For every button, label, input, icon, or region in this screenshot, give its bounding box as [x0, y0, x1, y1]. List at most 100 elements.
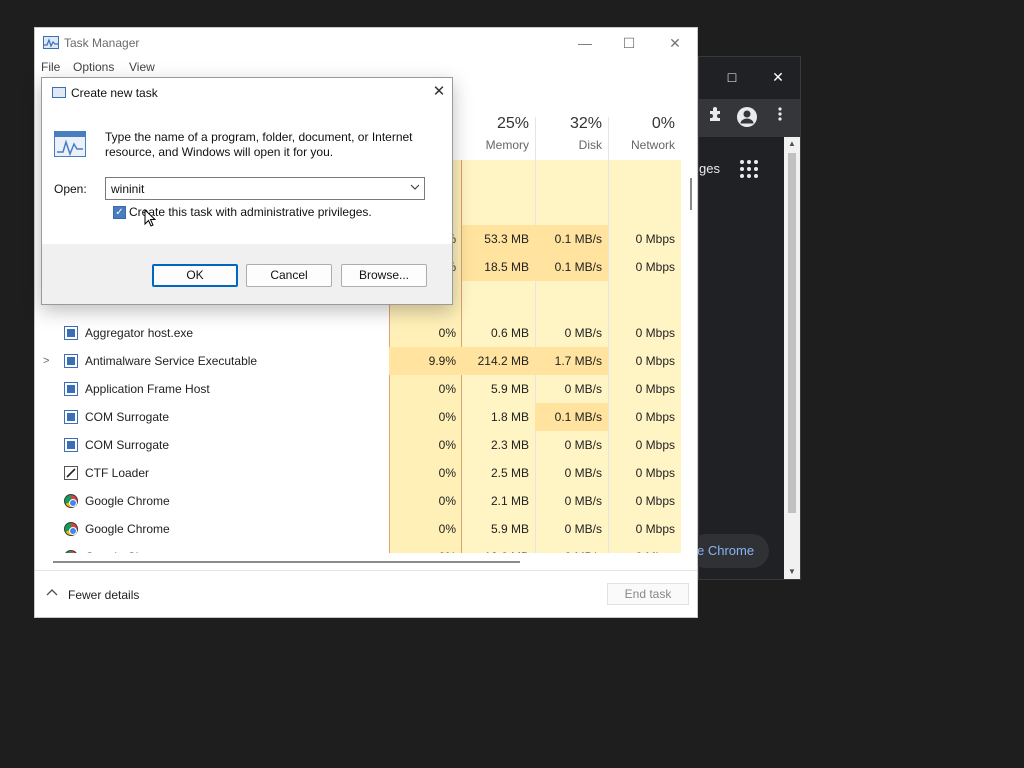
close-icon[interactable]: ✕	[664, 32, 686, 54]
vertical-scroll-thumb[interactable]	[690, 178, 692, 210]
mouse-pointer-icon	[144, 208, 158, 229]
disk-cell: 0.1 MB/s	[535, 403, 608, 431]
memory-pct: 25%	[496, 115, 529, 132]
chevron-up-icon[interactable]	[46, 585, 58, 599]
minimize-icon[interactable]: —	[574, 32, 596, 54]
memory-column-header[interactable]: 25% Memory	[465, 115, 529, 161]
menu-options[interactable]: Options	[73, 60, 114, 74]
process-name: COM Surrogate	[85, 438, 170, 452]
cpu-cell: 0%	[438, 522, 456, 536]
admin-privileges-label[interactable]: Create this task with administrative pri…	[129, 205, 372, 219]
memory-cell: 2.1 MB	[490, 494, 529, 508]
cpu-cell: 0%	[438, 438, 456, 452]
chrome-close-button[interactable]: ✕	[764, 63, 792, 91]
dialog-close-icon[interactable]: ✕	[429, 82, 449, 102]
chrome-titlebar: □ ✕	[699, 57, 800, 99]
disk-cell: 0 MB/s	[564, 438, 602, 452]
fewer-details-link[interactable]: Fewer details	[68, 588, 139, 602]
network-pct: 0%	[651, 115, 675, 132]
cpu-cell: 9.9%	[389, 347, 462, 375]
task-manager-titlebar: Task Manager — ☐ ✕	[35, 28, 697, 58]
cpu-cell: 0%	[438, 466, 456, 480]
process-name: Google Chrome	[85, 543, 170, 553]
cpu-cell: 0%	[438, 494, 456, 508]
expand-chevron-icon[interactable]: >	[43, 347, 49, 375]
scroll-up-arrow-icon[interactable]: ▲	[784, 137, 800, 151]
table-row[interactable]: Google Chrome 0% 5.9 MB 0 MB/s 0 Mbps	[35, 515, 681, 543]
disk-cell: 0 MB/s	[564, 466, 602, 480]
table-row[interactable]: > Antimalware Service Executable 9.9% 21…	[35, 347, 681, 375]
chrome-window: □ ✕ ges e Chrome ▲ ▼	[689, 56, 801, 580]
chrome-menu-kebab-icon[interactable]	[769, 106, 791, 128]
table-row[interactable]: CTF Loader 0% 2.5 MB 0 MB/s 0 Mbps	[35, 459, 681, 487]
process-name: Application Frame Host	[85, 382, 210, 396]
cancel-button[interactable]: Cancel	[246, 264, 332, 287]
memory-cell: 214.2 MB	[462, 347, 535, 375]
memory-cell: 53.3 MB	[462, 225, 535, 253]
run-app-icon	[54, 131, 86, 157]
memory-cell: 18.5 MB	[462, 253, 535, 281]
chrome-logo-icon	[64, 522, 78, 536]
process-app-icon	[64, 410, 78, 424]
network-cell: 0 Mbps	[635, 438, 675, 452]
table-row[interactable]: Google Chrome 0% 2.1 MB 0 MB/s 0 Mbps	[35, 487, 681, 515]
network-cell: 0 Mbps	[635, 260, 675, 274]
process-name: Google Chrome	[85, 494, 170, 508]
scroll-down-arrow-icon[interactable]: ▼	[784, 565, 800, 579]
process-name: CTF Loader	[85, 466, 150, 480]
network-cell: 0 Mbps	[635, 410, 675, 424]
chrome-partial-link-text[interactable]: ges	[699, 161, 720, 176]
chrome-pill-button[interactable]: e Chrome	[689, 534, 769, 568]
memory-label: Memory	[485, 138, 529, 152]
horizontal-scroll-thumb[interactable]	[53, 561, 520, 563]
menu-file[interactable]: File	[41, 60, 60, 74]
process-app-icon	[64, 326, 78, 340]
dialog-app-icon	[52, 87, 66, 98]
table-row[interactable]: Google Chrome 0% 18.6 MB 0 MB/s 0 Mbps	[35, 543, 681, 553]
chrome-toolbar	[699, 99, 800, 137]
browse-button[interactable]: Browse...	[341, 264, 427, 287]
memory-cell: 18.6 MB	[462, 543, 535, 553]
process-app-icon	[64, 438, 78, 452]
admin-privileges-checkbox[interactable]: ✓	[113, 206, 126, 219]
network-cell: 0 Mbps	[608, 543, 681, 553]
disk-cell: 0 MB/s	[564, 522, 602, 536]
maximize-icon[interactable]: ☐	[618, 32, 640, 54]
disk-cell: 1.7 MB/s	[535, 347, 608, 375]
profile-avatar-icon[interactable]	[737, 107, 757, 127]
cpu-cell: 0%	[438, 382, 456, 396]
disk-column-header[interactable]: 32% Disk	[538, 115, 602, 161]
cpu-cell: 0%	[438, 326, 456, 340]
chrome-logo-icon	[64, 494, 78, 508]
chevron-down-icon[interactable]	[410, 180, 420, 197]
disk-pct: 32%	[569, 115, 602, 132]
disk-cell: 0.1 MB/s	[535, 253, 608, 281]
chrome-vertical-scrollbar[interactable]: ▲ ▼	[784, 137, 800, 579]
disk-cell: 0 MB/s	[564, 382, 602, 396]
memory-cell: 2.5 MB	[490, 466, 529, 480]
dialog-title: Create new task	[71, 86, 158, 100]
network-cell: 0 Mbps	[635, 354, 675, 368]
dialog-description: Type the name of a program, folder, docu…	[105, 130, 413, 159]
network-cell: 0 Mbps	[635, 382, 675, 396]
network-cell: 0 Mbps	[635, 466, 675, 480]
chrome-maximize-button[interactable]: □	[718, 63, 746, 91]
table-row[interactable]: COM Surrogate 0% 1.8 MB 0.1 MB/s 0 Mbps	[35, 403, 681, 431]
process-name: Aggregator host.exe	[85, 326, 194, 340]
process-name: Antimalware Service Executable	[85, 354, 258, 368]
google-apps-grid-icon[interactable]	[739, 159, 759, 185]
disk-cell: 0 MB/s	[564, 494, 602, 508]
table-row[interactable]: Aggregator host.exe 0% 0.6 MB 0 MB/s 0 M…	[35, 319, 681, 347]
network-column-header[interactable]: 0% Network	[611, 115, 675, 161]
ok-button[interactable]: OK	[152, 264, 238, 287]
open-combobox[interactable]	[105, 177, 425, 200]
process-app-icon	[64, 354, 78, 368]
network-label: Network	[630, 138, 675, 152]
open-input[interactable]	[111, 180, 401, 197]
table-row[interactable]: Application Frame Host 0% 5.9 MB 0 MB/s …	[35, 375, 681, 403]
end-task-button[interactable]: End task	[607, 583, 689, 605]
scrollbar-thumb[interactable]	[788, 153, 796, 513]
menu-view[interactable]: View	[129, 60, 155, 74]
extensions-puzzle-icon[interactable]	[704, 106, 726, 128]
table-row[interactable]: COM Surrogate 0% 2.3 MB 0 MB/s 0 Mbps	[35, 431, 681, 459]
